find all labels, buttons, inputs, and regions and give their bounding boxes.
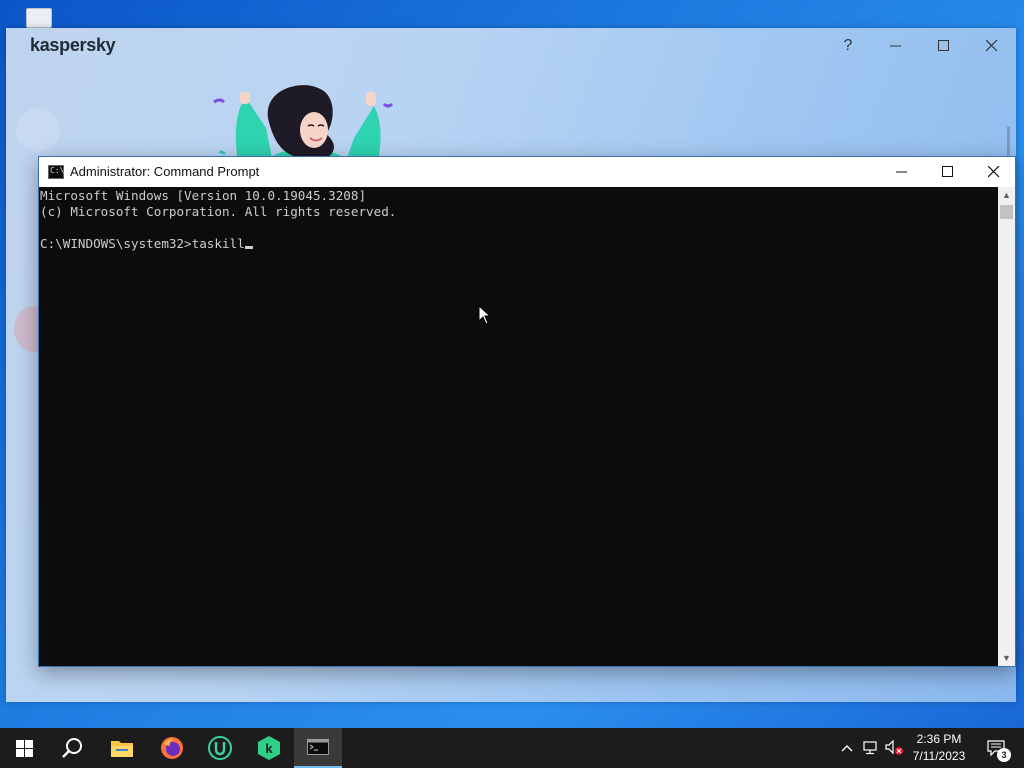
start-button[interactable] xyxy=(0,728,48,768)
windows-logo-icon xyxy=(15,739,33,757)
clock-date: 7/11/2023 xyxy=(912,749,966,763)
console-command-text: C:\WINDOWS\system32>taskill xyxy=(40,236,245,251)
volume-button[interactable] xyxy=(884,728,906,768)
maximize-icon xyxy=(942,166,953,177)
cmd-icon xyxy=(307,739,329,755)
cmd-minimize-button[interactable] xyxy=(879,157,925,187)
firefox-icon xyxy=(161,737,183,759)
chevron-up-icon xyxy=(841,745,853,752)
help-button[interactable]: ? xyxy=(824,32,872,60)
kaspersky-taskbar-button[interactable]: k xyxy=(245,728,293,768)
scroll-down-arrow-icon[interactable]: ▼ xyxy=(998,650,1015,666)
firefox-button[interactable] xyxy=(148,728,196,768)
kaspersky-sidebar-icon[interactable] xyxy=(16,108,60,152)
search-icon xyxy=(62,738,82,758)
taskbar: k 2:36 PM 7/11/2023 3 xyxy=(0,728,1024,768)
cmd-maximize-button[interactable] xyxy=(925,157,971,187)
console-line: Microsoft Windows [Version 10.0.19045.32… xyxy=(40,188,367,203)
cmd-icon: C:\ xyxy=(48,165,64,179)
cmd-title-bar[interactable]: C:\ Administrator: Command Prompt xyxy=(39,157,1015,187)
action-center-button[interactable]: 3 xyxy=(978,728,1014,768)
console-prompt-line: C:\WINDOWS\system32>taskill xyxy=(40,236,998,252)
kaspersky-logo: kaspersky xyxy=(30,35,116,55)
recycle-bin-icon[interactable] xyxy=(18,6,58,28)
folder-icon xyxy=(111,741,133,757)
kaspersky-minimize-button[interactable] xyxy=(872,32,920,60)
u-app-button[interactable] xyxy=(196,728,244,768)
text-cursor xyxy=(244,246,253,249)
cmd-close-button[interactable] xyxy=(971,157,1017,187)
kaspersky-maximize-button[interactable] xyxy=(920,32,968,60)
volume-muted-icon xyxy=(885,740,903,755)
kaspersky-icon: k xyxy=(258,736,280,760)
u-circle-icon xyxy=(208,736,232,760)
show-hidden-icons-button[interactable] xyxy=(836,728,858,768)
maximize-icon xyxy=(938,40,949,51)
network-button[interactable] xyxy=(860,728,882,768)
scrollbar-thumb[interactable] xyxy=(1000,205,1013,219)
mouse-pointer-icon xyxy=(478,305,492,325)
console-line: (c) Microsoft Corporation. All rights re… xyxy=(40,204,397,219)
clock-time: 2:36 PM xyxy=(916,732,962,746)
network-icon xyxy=(863,741,877,755)
cmd-vertical-scrollbar[interactable]: ▲ ▼ xyxy=(998,187,1015,666)
kaspersky-close-button[interactable] xyxy=(968,32,1016,60)
close-icon xyxy=(986,40,998,52)
notification-count-badge: 3 xyxy=(997,748,1011,762)
console-output[interactable]: Microsoft Windows [Version 10.0.19045.32… xyxy=(39,187,999,666)
minimize-icon xyxy=(890,45,901,47)
system-clock[interactable]: 2:36 PM 7/11/2023 xyxy=(905,731,973,767)
file-explorer-button[interactable] xyxy=(98,728,146,768)
minimize-icon xyxy=(896,171,907,173)
svg-text:k: k xyxy=(265,741,273,756)
cmd-taskbar-button[interactable] xyxy=(294,728,342,768)
search-button[interactable] xyxy=(48,728,96,768)
cmd-window-title: Administrator: Command Prompt xyxy=(70,164,260,179)
scroll-up-arrow-icon[interactable]: ▲ xyxy=(998,187,1015,203)
command-prompt-window: C:\ Administrator: Command Prompt Micros… xyxy=(38,156,1016,667)
close-icon xyxy=(988,166,1000,178)
